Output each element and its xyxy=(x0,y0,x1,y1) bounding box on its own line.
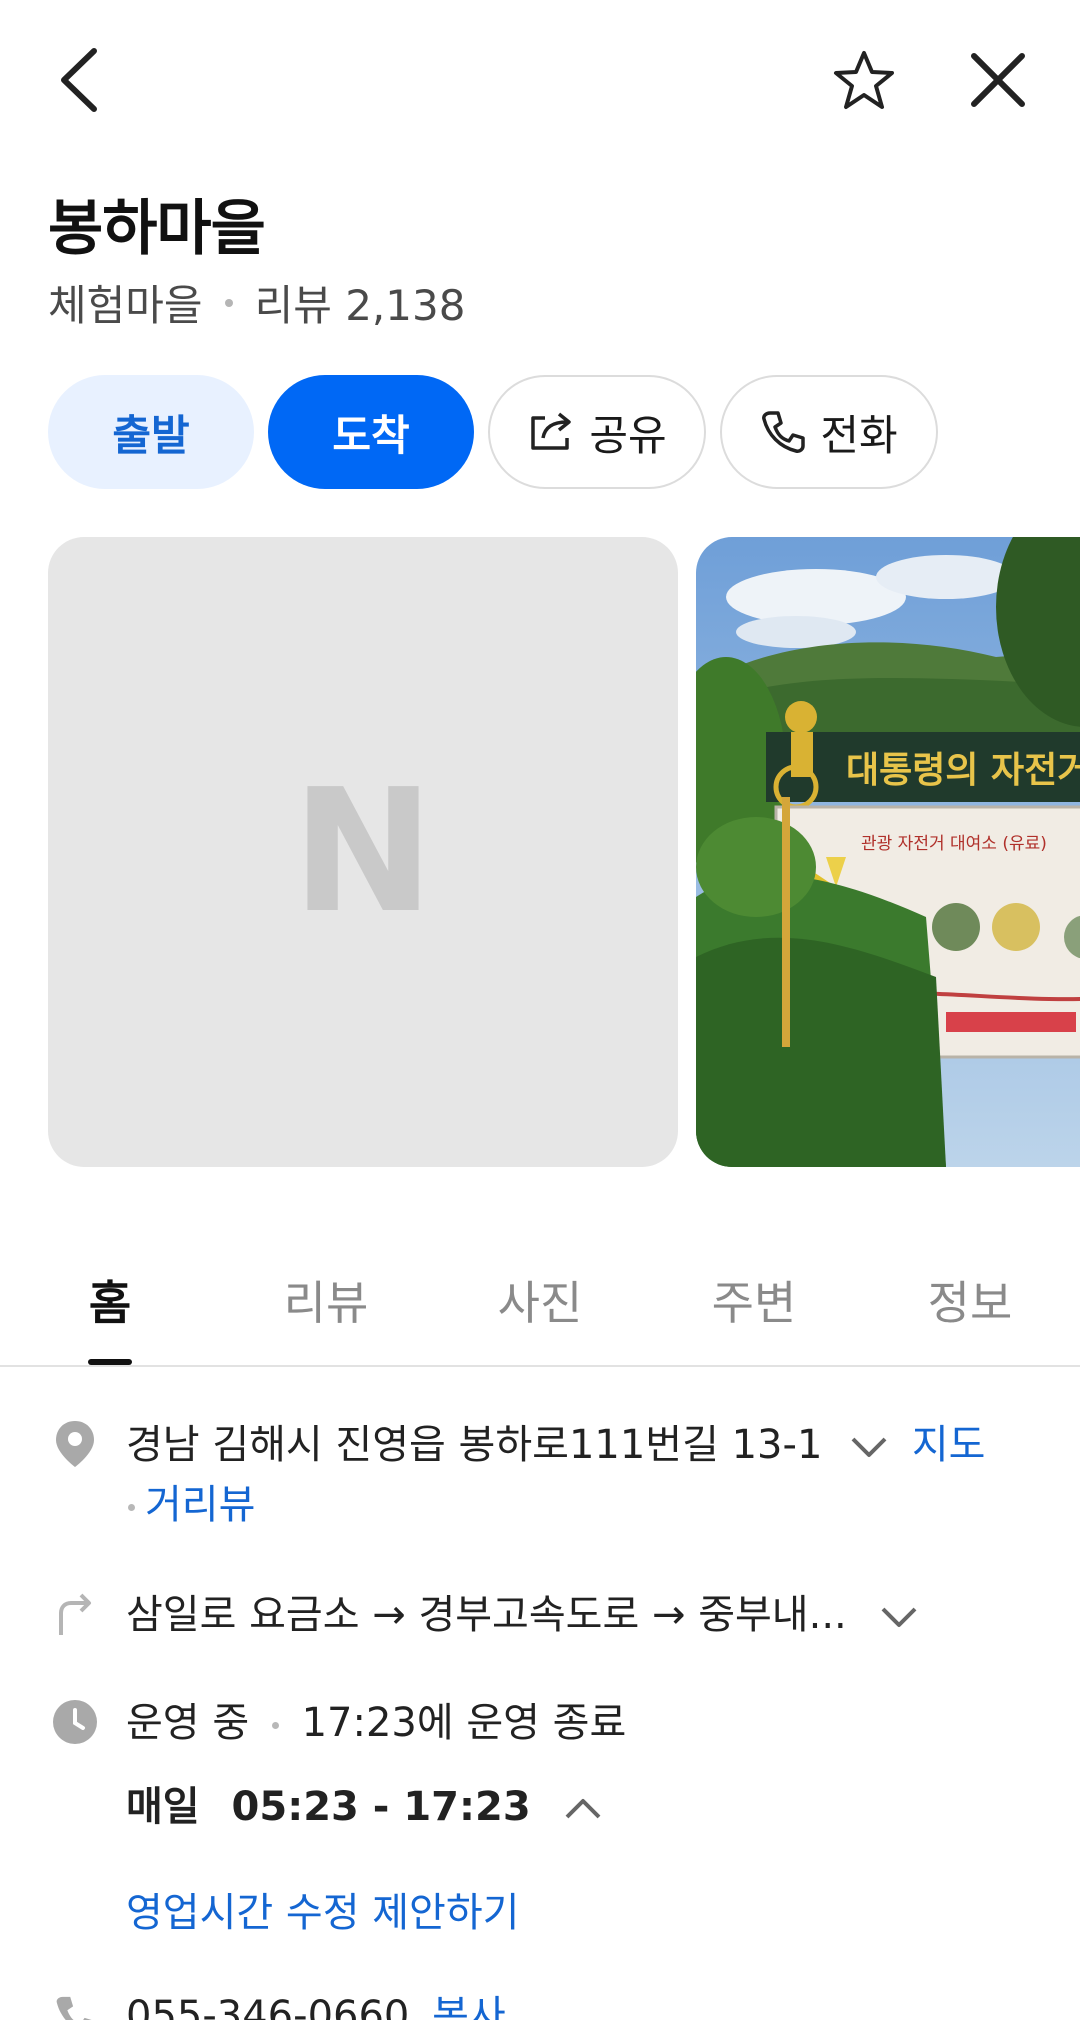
clock-icon xyxy=(50,1697,100,1747)
favorite-button[interactable] xyxy=(824,40,904,120)
place-category: 체험마을 xyxy=(48,281,203,330)
closing-time: 17:23에 운영 종료 xyxy=(301,1700,627,1746)
route-turn-icon xyxy=(50,1587,100,1637)
photo-carousel[interactable]: N 대통령의 자전거 관광 자전거 대여소 (유료) xyxy=(0,537,1080,1167)
back-button[interactable] xyxy=(38,40,118,120)
phone-icon xyxy=(50,1990,100,2020)
share-icon xyxy=(531,412,572,450)
schedule-day: 매일 xyxy=(126,1784,200,1830)
share-button[interactable]: 공유 xyxy=(488,375,706,489)
copy-link[interactable]: 복사 xyxy=(432,1993,506,2020)
tab-nearby[interactable]: 주변 xyxy=(694,1267,814,1333)
separator-dot xyxy=(128,1503,135,1511)
review-count[interactable]: 리뷰 2,138 xyxy=(255,272,466,333)
separator-dot xyxy=(271,1721,279,1729)
share-label: 공유 xyxy=(589,410,667,460)
open-status: 운영 중 xyxy=(126,1700,250,1746)
chevron-down-icon[interactable] xyxy=(879,1605,919,1629)
hours-schedule[interactable]: 매일 05:23 - 17:23 xyxy=(126,1777,603,1837)
tab-info[interactable]: 정보 xyxy=(910,1267,1030,1333)
map-link[interactable]: 지도 xyxy=(912,1422,986,1468)
directions-text: 삼일로 요금소 → 경부고속도로 → 중부내... xyxy=(126,1592,847,1638)
naver-logo: N xyxy=(291,753,435,951)
chevron-up-icon[interactable] xyxy=(563,1797,603,1821)
street-view-link[interactable]: 거리뷰 xyxy=(145,1482,255,1528)
depart-button[interactable]: 출발 xyxy=(48,375,254,489)
star-outline-icon xyxy=(834,51,894,109)
tab-reviews[interactable]: 리뷰 xyxy=(266,1267,386,1333)
sign-subtitle-text: 관광 자전거 대여소 (유료) xyxy=(861,834,1047,854)
location-pin-icon xyxy=(50,1419,100,1469)
bicycle-sign-photo: 대통령의 자전거 관광 자전거 대여소 (유료) xyxy=(696,537,1080,1167)
separator-dot xyxy=(224,298,233,307)
phone-icon xyxy=(762,411,806,453)
place-photo[interactable]: 대통령의 자전거 관광 자전거 대여소 (유료) xyxy=(696,537,1080,1167)
place-subtitle: 체험마을 리뷰 2,138 xyxy=(48,272,465,333)
tab-home[interactable]: 홈 xyxy=(50,1267,170,1333)
edit-hours-link[interactable]: 영업시간 수정 제안하기 xyxy=(126,1883,519,1943)
schedule-hours: 05:23 - 17:23 xyxy=(231,1784,531,1830)
tab-active-indicator xyxy=(88,1359,132,1365)
arrive-button[interactable]: 도착 xyxy=(268,375,474,489)
tab-photos[interactable]: 사진 xyxy=(480,1267,600,1333)
action-buttons: 출발 도착 공유 전화 xyxy=(48,375,938,489)
phone-number: 055-346-0660 xyxy=(126,1993,410,2020)
close-icon xyxy=(971,53,1025,107)
address-text: 경남 김해시 진영읍 봉하로111번길 13-1 xyxy=(126,1422,823,1468)
close-button[interactable] xyxy=(958,40,1038,120)
chevron-down-icon[interactable] xyxy=(849,1435,889,1459)
call-label: 전화 xyxy=(820,410,898,460)
sign-title-text: 대통령의 자전거 xyxy=(846,750,1080,791)
call-button[interactable]: 전화 xyxy=(720,375,938,489)
place-title: 봉하마을 xyxy=(48,194,266,264)
chevron-left-icon xyxy=(61,48,97,112)
photo-placeholder[interactable]: N xyxy=(48,537,678,1167)
tab-bar: 홈 리뷰 사진 주변 정보 xyxy=(0,1245,1080,1367)
top-bar xyxy=(0,0,1080,160)
